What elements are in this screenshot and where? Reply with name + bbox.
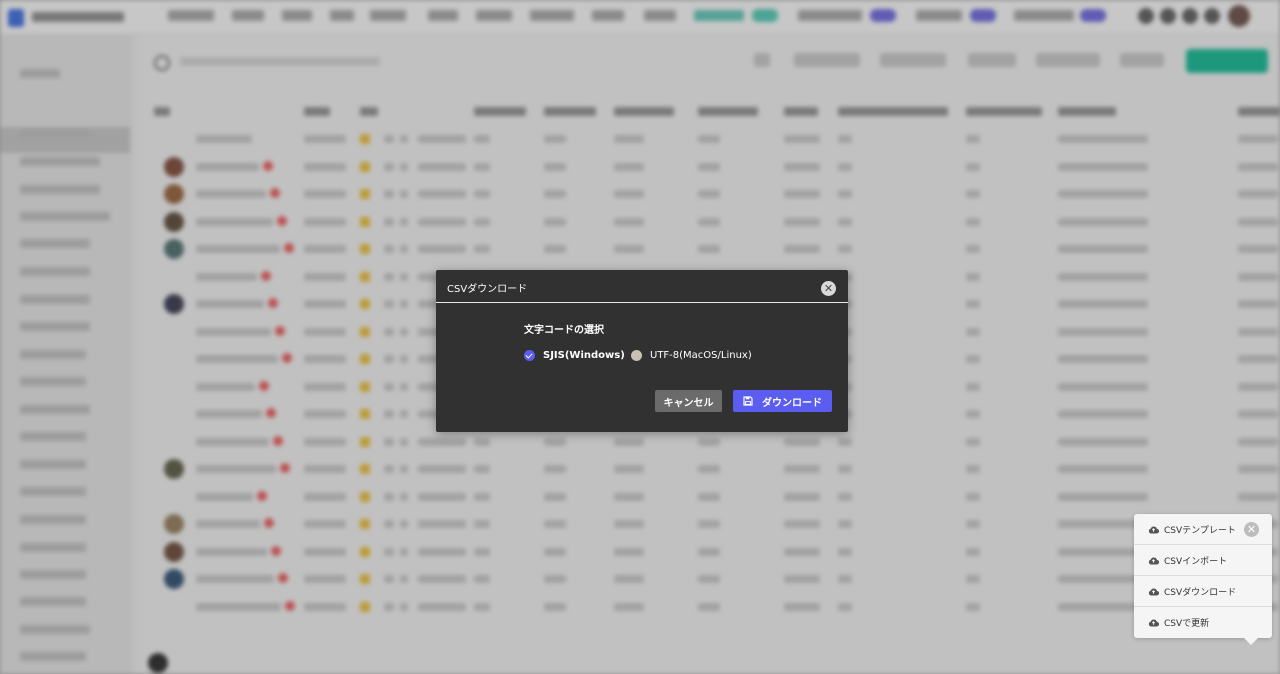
csv-template-item[interactable]: CSVテンプレート ✕ — [1134, 514, 1272, 545]
encoding-section-label: 文字コードの選択 — [524, 325, 604, 336]
radio-label-utf8: UTF-8(MacOS/Linux) — [650, 349, 752, 361]
csv-update-label: CSVで更新 — [1164, 619, 1210, 629]
cloud-icon — [1148, 588, 1159, 596]
cloud-icon — [1148, 557, 1159, 565]
csv-template-label: CSVテンプレート — [1164, 525, 1236, 536]
save-icon — [743, 396, 753, 406]
radio-unchecked-icon[interactable] — [631, 349, 642, 361]
csv-download-item[interactable]: CSVダウンロード — [1134, 576, 1272, 607]
download-button[interactable]: ダウンロード — [733, 390, 832, 412]
cancel-button[interactable]: キャンセル — [655, 390, 722, 412]
cloud-icon — [1148, 526, 1159, 534]
csv-actions-menu: CSVテンプレート ✕ CSVインポート CSVダウンロード CSVで更新 — [1134, 514, 1272, 645]
csv-download-label: CSVダウンロード — [1164, 587, 1237, 598]
csv-update-item[interactable]: CSVで更新 — [1134, 607, 1272, 638]
radio-checked-icon[interactable] — [524, 349, 535, 361]
modal-header: CSVダウンロード ✕ — [436, 270, 848, 303]
modal-title: CSVダウンロード — [447, 284, 528, 295]
download-button-label: ダウンロード — [762, 397, 822, 409]
csv-download-modal: CSVダウンロード ✕ 文字コードの選択 SJIS(Windows) UTF-8… — [436, 270, 848, 432]
cloud-icon — [1148, 619, 1159, 627]
close-icon[interactable]: ✕ — [821, 281, 836, 296]
radio-option-sjis[interactable]: SJIS(Windows) — [524, 348, 625, 362]
radio-option-utf8[interactable]: UTF-8(MacOS/Linux) — [631, 348, 752, 362]
radio-label-sjis: SJIS(Windows) — [543, 349, 625, 361]
csv-import-item[interactable]: CSVインポート — [1134, 545, 1272, 576]
close-icon[interactable]: ✕ — [1244, 522, 1259, 537]
csv-import-label: CSVインポート — [1164, 556, 1228, 567]
